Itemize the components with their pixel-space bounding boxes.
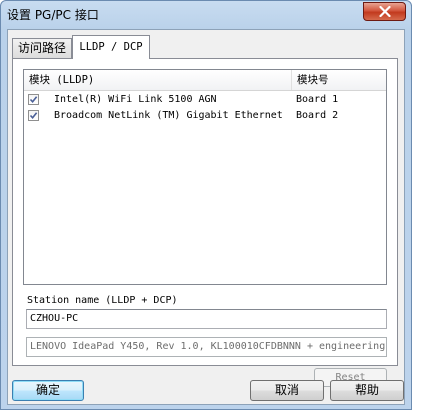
- column-header-board[interactable]: 模块号: [292, 70, 386, 90]
- station-name-label: Station name (LLDP + DCP): [27, 295, 178, 306]
- board-number: Board 2: [296, 110, 339, 121]
- station-name-input[interactable]: CZHOU-PC: [26, 309, 387, 329]
- window-title: 设置 PG/PC 接口: [7, 8, 99, 22]
- title-bar[interactable]: 设置 PG/PC 接口: [1, 1, 411, 29]
- dialog-client-area: 访问路径 LLDP / DCP 模块 (LLDP) 模块号 Intel(R) W…: [7, 29, 405, 405]
- board-number: Board 1: [296, 94, 339, 105]
- module-name: Intel(R) WiFi Link 5100 AGN: [54, 94, 217, 105]
- checkmark-icon: [29, 96, 38, 104]
- list-item[interactable]: Intel(R) WiFi Link 5100 AGN Board 1: [24, 92, 386, 108]
- ok-button[interactable]: 确定: [12, 380, 84, 401]
- cancel-button[interactable]: 取消: [250, 380, 324, 401]
- module-checkbox[interactable]: [28, 110, 39, 121]
- module-checkbox[interactable]: [28, 94, 39, 105]
- device-info-field: LENOVO IdeaPad Y450, Rev 1.0, KL100010CF…: [26, 337, 387, 357]
- close-button[interactable]: [363, 2, 406, 21]
- dialog-window: 设置 PG/PC 接口 访问路径 LLDP / DCP 模块 (LLDP) 模块…: [0, 0, 412, 410]
- module-list[interactable]: 模块 (LLDP) 模块号 Intel(R) WiFi Link 5100 AG…: [23, 69, 387, 285]
- help-button[interactable]: 帮助: [330, 380, 404, 401]
- close-icon: [379, 6, 391, 17]
- tab-lldp-dcp[interactable]: LLDP / DCP: [72, 35, 150, 59]
- list-item[interactable]: Broadcom NetLink (TM) Gigabit Ethernet B…: [24, 108, 386, 124]
- column-header-module[interactable]: 模块 (LLDP): [24, 70, 292, 90]
- list-header: 模块 (LLDP) 模块号: [24, 70, 386, 91]
- tab-panel-lldp-dcp: 模块 (LLDP) 模块号 Intel(R) WiFi Link 5100 AG…: [12, 58, 398, 387]
- module-name: Broadcom NetLink (TM) Gigabit Ethernet: [54, 110, 283, 121]
- checkmark-icon: [29, 112, 38, 120]
- tab-access-path[interactable]: 访问路径: [12, 38, 72, 58]
